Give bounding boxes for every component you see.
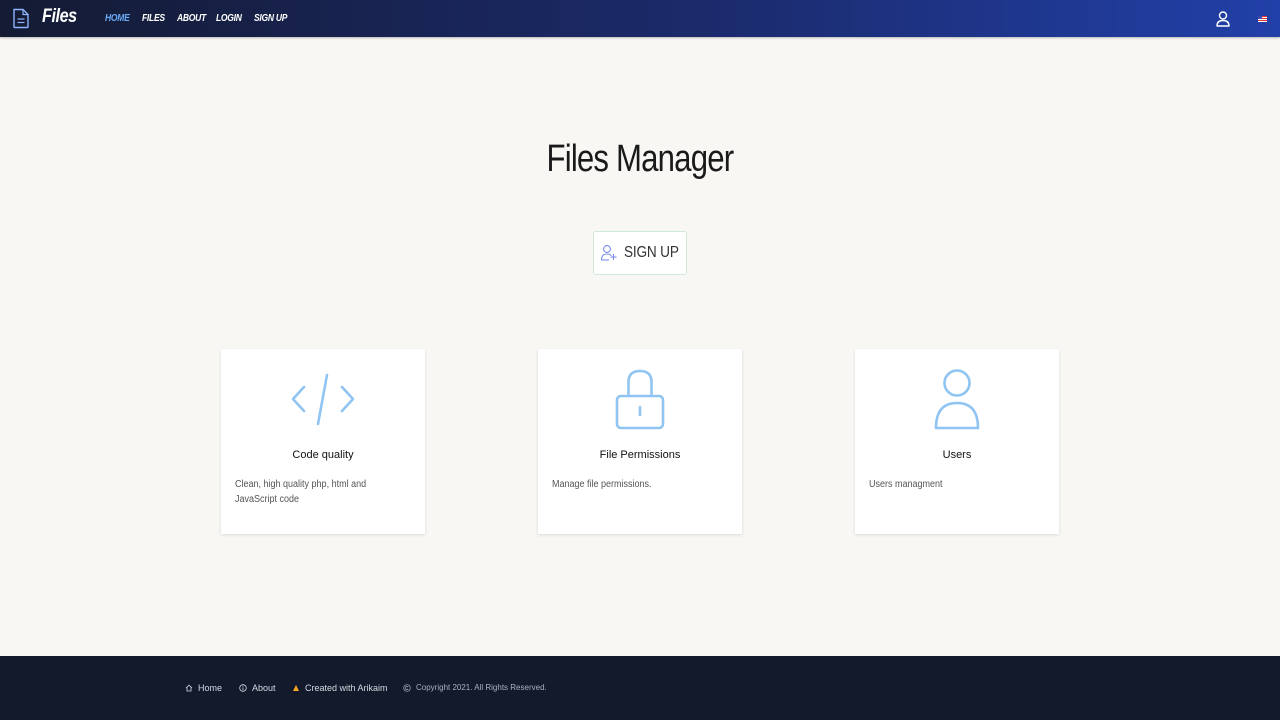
feature-card-file-permissions: File Permissions Manage file permissions… [538,349,742,534]
feature-card-code-quality: Code quality Clean, high quality php, ht… [221,349,425,534]
home-icon [185,684,193,692]
code-icon [291,373,355,426]
footer-about-link[interactable]: About [239,683,276,693]
card-title: Users [942,449,972,461]
footer: Home About Created with Arikaim Copyrigh… [0,656,1280,720]
card-title: File Permissions [599,449,681,461]
nav-home[interactable]: HOME [105,13,130,24]
arikaim-logo-icon [293,685,299,691]
page-title: Files Manager [0,138,1280,181]
info-icon [239,684,247,692]
footer-home-link[interactable]: Home [185,683,222,693]
footer-home-label[interactable]: Home [198,683,222,693]
add-user-icon [600,245,617,261]
card-title: Code quality [292,449,354,461]
footer-copyright: Copyright 2021. All Rights Reserved. [403,683,547,692]
nav-login[interactable]: LOGIN [216,13,242,24]
lock-icon [615,369,665,430]
nav-about[interactable]: ABOUT [177,13,206,24]
page-title-text: Files Manager [546,138,735,180]
card-text: Users managment [869,479,943,490]
nav-sign-up[interactable]: SIGN UP [254,13,287,24]
top-navbar: Files HOME FILES ABOUT LOGIN SIGN UP [0,0,1280,37]
logo-text[interactable]: Files [42,6,77,28]
footer-created-with-link[interactable]: Created with Arikaim [292,683,388,693]
footer-copyright-text: Copyright 2021. All Rights Reserved. [416,683,547,692]
user-account-icon[interactable] [1216,11,1230,27]
card-text: Clean, high quality php, html and JavaSc… [235,479,367,505]
us-flag-icon[interactable] [1258,16,1267,22]
user-icon [934,369,980,430]
footer-about-label[interactable]: About [252,683,276,693]
signup-button[interactable]: SIGN UP [593,231,687,275]
copyright-icon [403,683,411,692]
file-logo-icon[interactable] [12,8,30,29]
card-text: Manage file permissions. [552,479,652,490]
signup-button-label: SIGN UP [623,244,679,261]
feature-card-users: Users Users managment [855,349,1059,534]
nav-files[interactable]: FILES [142,13,165,24]
footer-created-label[interactable]: Created with Arikaim [305,683,388,693]
